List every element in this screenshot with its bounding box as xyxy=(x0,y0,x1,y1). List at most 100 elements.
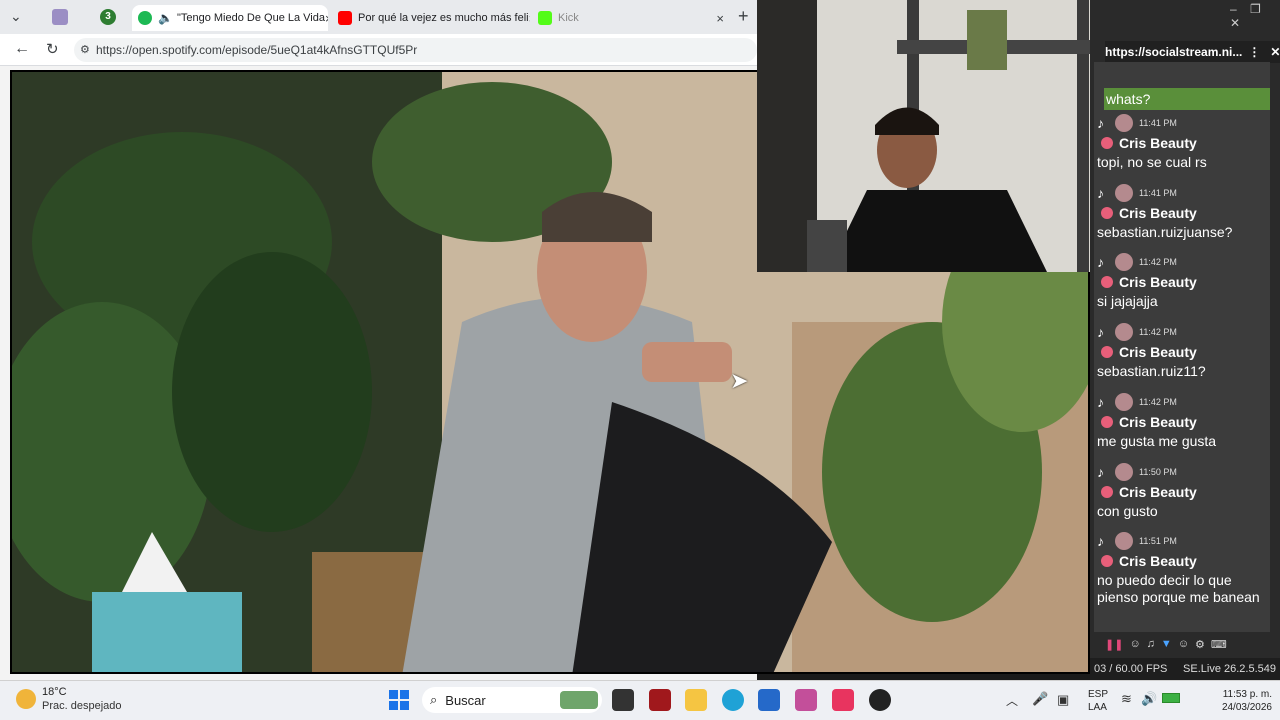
username: Cris Beauty xyxy=(1119,553,1197,569)
message-time: 11:50 PM xyxy=(1139,467,1177,477)
language-indicator[interactable]: ESP LAA xyxy=(1088,688,1108,714)
settings-icon[interactable]: ⚙ xyxy=(1195,638,1205,651)
message-text: sebastian.ruizjuanse? xyxy=(1097,224,1233,240)
search-placeholder: Buscar xyxy=(445,692,486,708)
message-time: 11:41 PM xyxy=(1139,118,1177,128)
url-text: https://open.spotify.com/episode/5ueQ1at… xyxy=(96,43,418,57)
back-icon[interactable]: ← xyxy=(14,40,30,58)
tiktok-app-icon[interactable] xyxy=(832,689,854,711)
speaker-icon[interactable]: 🔈 xyxy=(158,11,173,25)
clock-time: 11:53 p. m. xyxy=(1222,689,1272,700)
chat-toolbar: ❚❚ ☺ ♫ ▼ ☺ ⚙ ⌨ xyxy=(1105,634,1270,654)
file-explorer-icon[interactable] xyxy=(685,689,707,711)
task-view-icon[interactable] xyxy=(612,689,634,711)
message-time: 11:41 PM xyxy=(1139,188,1177,198)
username: Cris Beauty xyxy=(1119,344,1197,360)
app-shield-icon[interactable] xyxy=(649,689,671,711)
minimize-icon[interactable]: – xyxy=(1230,2,1237,16)
store-icon[interactable] xyxy=(758,689,780,711)
windows-logo-icon xyxy=(389,701,398,710)
tiktok-icon: ♪ xyxy=(1097,533,1104,549)
youtube-icon xyxy=(338,11,352,25)
emoji-icon[interactable]: ☺ xyxy=(1178,638,1189,650)
avatar xyxy=(1115,463,1133,481)
tiktok-icon: ♪ xyxy=(1097,115,1104,131)
wifi-icon[interactable]: ≋ xyxy=(1121,691,1132,707)
reload-icon[interactable]: ↻ xyxy=(46,40,59,58)
user-badge-icon xyxy=(1101,486,1113,498)
tiktok-icon: ♪ xyxy=(1097,464,1104,480)
site-info-icon[interactable]: ⚙ xyxy=(80,43,90,56)
message-time: 11:42 PM xyxy=(1139,327,1177,337)
avatar xyxy=(1115,393,1133,411)
chat-message: ♪ 11:50 PM Cris Beauty con gusto xyxy=(1097,463,1269,520)
tiktok-icon: ♪ xyxy=(1097,324,1104,340)
avatar xyxy=(1115,253,1133,271)
webcam-overlay xyxy=(757,0,1105,272)
kick-icon xyxy=(538,11,552,25)
tab-icon-camera[interactable] xyxy=(52,9,68,25)
taskbar-search[interactable]: ⌕ Buscar xyxy=(422,687,602,713)
filter-icon[interactable]: ▼ xyxy=(1161,638,1172,650)
avatar xyxy=(1115,532,1133,550)
user-badge-icon xyxy=(1101,276,1113,288)
tab-kick[interactable]: Kick × xyxy=(532,5,730,31)
search-icon: ⌕ xyxy=(430,692,438,707)
network-status-icon[interactable]: ▣ xyxy=(1057,692,1069,708)
battery-icon[interactable] xyxy=(1162,693,1180,703)
tab-youtube[interactable]: Por qué la vejez es mucho más feli × xyxy=(332,5,530,31)
window-controls: – ❐ ✕ xyxy=(1230,2,1280,30)
close-tab-icon[interactable]: × xyxy=(716,11,724,26)
mouse-cursor-icon: ➤ xyxy=(730,368,749,393)
weather-widget[interactable]: 18°C Prac. despejado xyxy=(14,686,154,716)
keyboard-icon[interactable]: ⌨ xyxy=(1211,638,1227,651)
close-tab-icon[interactable]: × xyxy=(325,11,328,26)
tab-title: Kick xyxy=(558,12,579,24)
message-text: no puedo decir lo que pienso porque me b… xyxy=(1097,572,1260,605)
bell-icon[interactable]: ♫ xyxy=(1147,638,1155,650)
tab-list-button[interactable]: ⌄ xyxy=(10,8,32,28)
username: Cris Beauty xyxy=(1119,484,1197,500)
tray-chevron-icon[interactable]: ︿ xyxy=(1006,692,1018,709)
app-version: SE.Live 26.2.5.549 xyxy=(1183,663,1276,675)
user-badge-icon xyxy=(1101,416,1113,428)
pause-icon[interactable]: ❚❚ xyxy=(1105,638,1123,651)
close-chat-icon[interactable]: ✕ xyxy=(1270,45,1280,59)
tab-icon-badge[interactable]: 3 xyxy=(100,9,116,25)
user-badge-icon xyxy=(1101,555,1113,567)
avatar xyxy=(1115,184,1133,202)
clock[interactable]: 11:53 p. m. 24/03/2026 xyxy=(1192,688,1272,714)
search-highlight-icon xyxy=(560,691,598,709)
spotify-icon xyxy=(138,11,152,25)
user-badge-icon xyxy=(1101,346,1113,358)
tiktok-icon: ♪ xyxy=(1097,185,1104,201)
maximize-icon[interactable]: ❐ xyxy=(1250,2,1261,16)
chat-highlight-partial: whats? xyxy=(1104,88,1270,110)
chat-list[interactable]: whats? ♪ 11:41 PM Cris Beauty topi, no se… xyxy=(1094,62,1270,632)
avatar xyxy=(1115,323,1133,341)
keyboard-layout: LAA xyxy=(1088,702,1107,713)
url-field[interactable]: ⚙ https://open.spotify.com/episode/5ueQ1… xyxy=(74,38,757,62)
edge-icon[interactable] xyxy=(722,689,744,711)
close-icon[interactable]: ✕ xyxy=(1230,16,1240,30)
message-time: 11:51 PM xyxy=(1139,536,1177,546)
webcam-frame xyxy=(757,0,1105,272)
message-time: 11:42 PM xyxy=(1139,397,1177,407)
new-tab-button[interactable]: + xyxy=(738,6,749,27)
chat-message: ♪ 11:42 PM Cris Beauty sebastian.ruiz11? xyxy=(1097,323,1269,380)
microphone-icon[interactable]: 🎤 xyxy=(1032,691,1048,707)
message-text: me gusta me gusta xyxy=(1097,433,1217,449)
weather-temp: 18°C xyxy=(42,686,67,698)
bot-icon[interactable]: ☺ xyxy=(1129,638,1140,650)
tab-spotify[interactable]: 🔈 "Tengo Miedo De Que La Vida × xyxy=(132,5,328,31)
tab-strip: ⌄ 3 🔈 "Tengo Miedo De Que La Vida × Por … xyxy=(0,0,757,34)
game-icon[interactable] xyxy=(795,689,817,711)
menu-icon[interactable]: ⋮ xyxy=(1248,45,1260,59)
tiktok-icon: ♪ xyxy=(1097,254,1104,270)
chat-message: ♪ 11:42 PM Cris Beauty me gusta me gusta xyxy=(1097,393,1269,450)
start-button[interactable] xyxy=(389,690,409,710)
volume-icon[interactable]: 🔊 xyxy=(1141,691,1157,707)
tab-title: "Tengo Miedo De Que La Vida xyxy=(176,12,325,24)
close-tab-icon[interactable]: × xyxy=(529,11,530,26)
obs-icon[interactable] xyxy=(869,689,891,711)
